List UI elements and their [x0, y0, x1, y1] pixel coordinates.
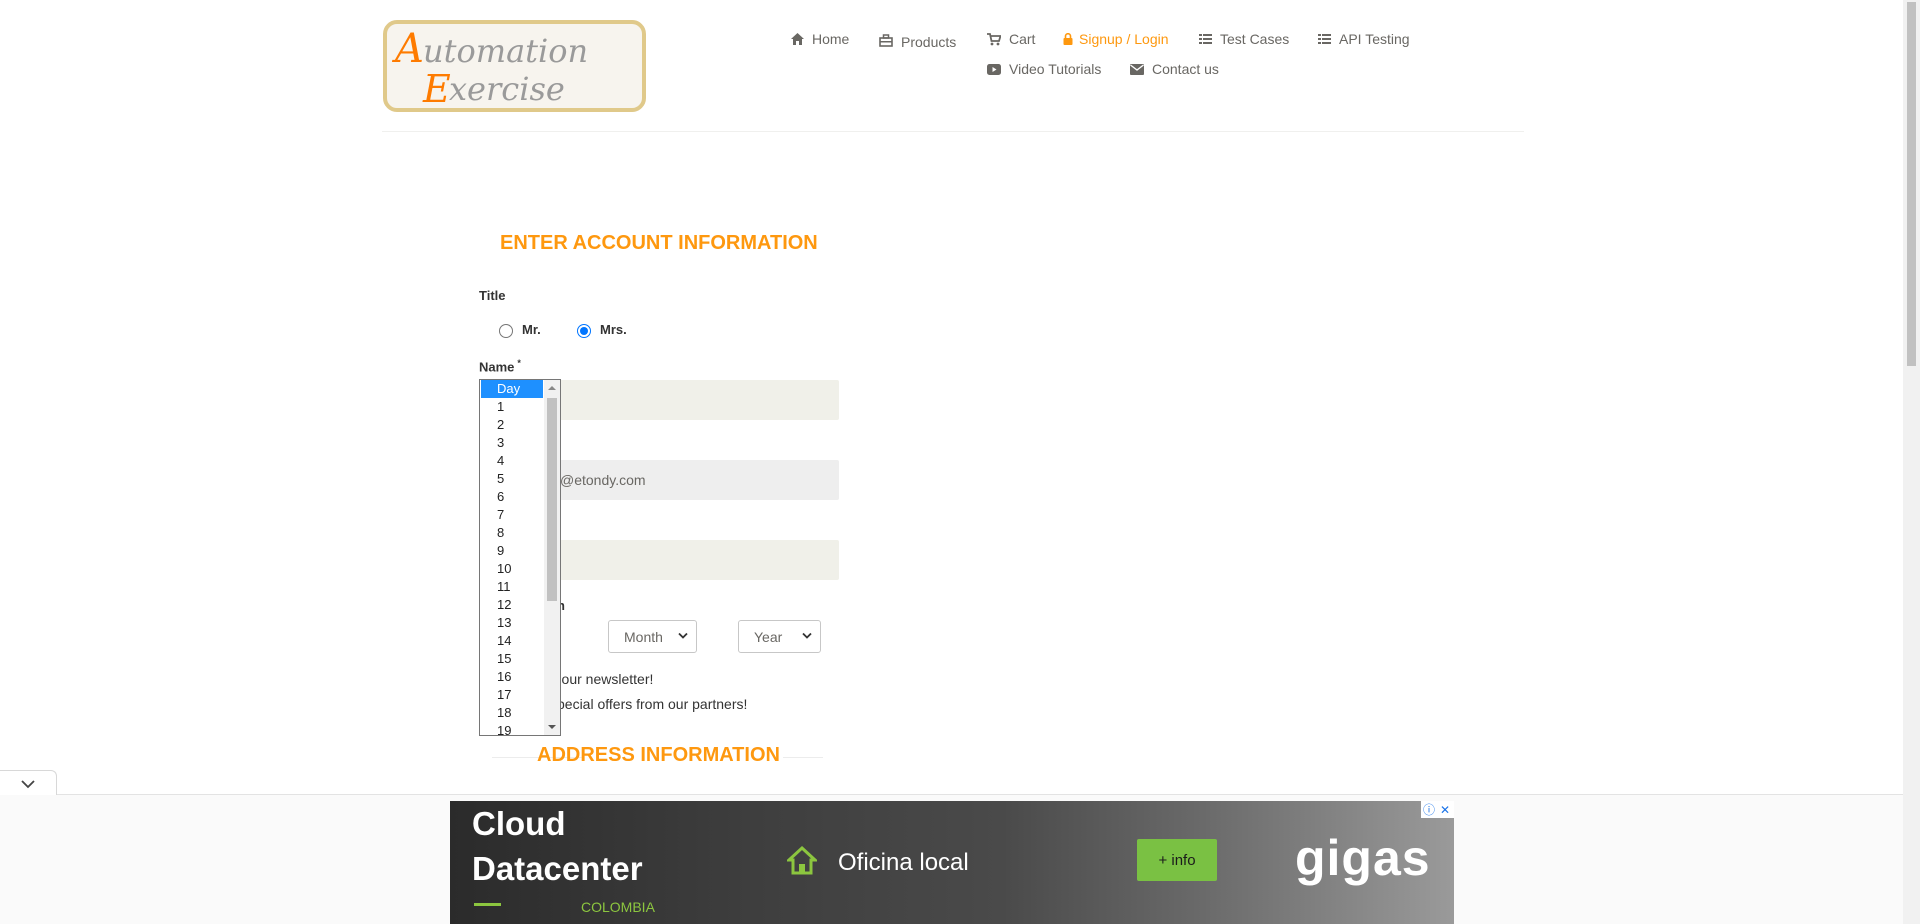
title-label: Title [479, 288, 506, 303]
ad-accent-bar [474, 903, 501, 906]
day-option[interactable]: 13 [480, 614, 543, 632]
ad-banner[interactable]: Cloud Datacenter COLOMBIA Oficina local … [450, 801, 1454, 924]
title-mr-radio[interactable] [499, 324, 513, 338]
day-option[interactable]: 12 [480, 596, 543, 614]
header-divider [382, 131, 1524, 132]
required-mark: * [517, 358, 521, 368]
nav-home-label: Home [812, 31, 850, 47]
nav-api-testing[interactable]: API Testing [1318, 31, 1410, 47]
cart-icon [987, 32, 1001, 45]
year-select-value: Year [754, 628, 783, 645]
chevron-down-icon [802, 632, 812, 639]
month-select-value: Month [624, 628, 663, 645]
day-option[interactable]: 3 [480, 434, 543, 452]
nav-contact-us[interactable]: Contact us [1130, 61, 1219, 77]
nav-video-tutorials[interactable]: Video Tutorials [987, 61, 1101, 77]
logo-graphic: A utomation E xercise [391, 26, 588, 108]
day-option[interactable]: 18 [480, 704, 543, 722]
offers-label[interactable]: pecial offers from our partners! [557, 696, 747, 712]
address-rule-right [783, 757, 823, 758]
title-mrs-radio[interactable] [577, 324, 591, 338]
email-value: @etondy.com [560, 472, 646, 488]
home-icon [791, 33, 804, 45]
nav-video-label: Video Tutorials [1009, 61, 1102, 77]
name-label-text: Name [479, 359, 515, 375]
nav-contact-label: Contact us [1152, 61, 1219, 77]
ad-title-line2: Datacenter [472, 850, 643, 887]
page-scrollbar[interactable] [1903, 0, 1920, 924]
nav-products[interactable]: Products [879, 31, 956, 50]
chevron-down-icon [21, 780, 35, 789]
house-icon [787, 845, 817, 875]
day-option[interactable]: 6 [480, 488, 543, 506]
day-option[interactable]: 9 [480, 542, 543, 560]
day-option[interactable]: 10 [480, 560, 543, 578]
logo-initial-e: E [422, 67, 451, 108]
day-option[interactable]: 8 [480, 524, 543, 542]
year-select[interactable]: Year [738, 620, 821, 653]
day-option[interactable]: 5 [480, 470, 543, 488]
ad-office-text: Oficina local [838, 849, 969, 876]
list-icon [1199, 34, 1212, 44]
nav-signup-label: Signup / Login [1079, 31, 1169, 47]
logo-initial-a: A [391, 26, 424, 72]
month-select[interactable]: Month [608, 620, 697, 653]
day-list-scrollbar[interactable] [544, 380, 560, 735]
nav-signup-login[interactable]: Signup / Login [1063, 31, 1169, 47]
ad-dock-collapse-tab[interactable] [0, 770, 57, 795]
scroll-up-icon[interactable] [548, 385, 556, 391]
ad-controls: ⓘ ✕ [1421, 801, 1454, 818]
name-label: Name * [479, 358, 521, 374]
chevron-down-icon [678, 632, 688, 639]
ad-info-button[interactable]: + info [1137, 839, 1217, 881]
video-icon [987, 63, 1001, 75]
page: A utomation E xercise Home Products Cart… [0, 0, 1920, 924]
nav-api-testing-label: API Testing [1339, 31, 1410, 47]
day-option[interactable]: 7 [480, 506, 543, 524]
day-option[interactable]: 4 [480, 452, 543, 470]
day-option[interactable]: Day [481, 380, 543, 398]
day-option[interactable]: 17 [480, 686, 543, 704]
envelope-icon [1130, 63, 1144, 75]
ad-info-icon[interactable]: ⓘ [1421, 801, 1437, 818]
nav-cart[interactable]: Cart [987, 31, 1035, 47]
title-mrs-label[interactable]: Mrs. [600, 322, 627, 337]
logo-line1-rest: utomation [423, 32, 588, 70]
ad-dock-divider [0, 794, 1903, 795]
newsletter-label[interactable]: r our newsletter! [553, 671, 653, 687]
day-list-scroll-thumb[interactable] [547, 398, 557, 601]
page-scroll-thumb[interactable] [1907, 2, 1916, 366]
ad-brand-logo: gigas [1295, 830, 1431, 886]
nav-cart-label: Cart [1009, 31, 1036, 47]
day-dropdown-list[interactable]: Day 1 2 3 4 5 6 7 8 9 10 11 12 13 14 15 … [479, 379, 561, 736]
day-option[interactable]: 1 [480, 398, 543, 416]
nav-home[interactable]: Home [791, 31, 849, 47]
day-option[interactable]: 15 [480, 650, 543, 668]
ad-subtitle: COLOMBIA [581, 899, 655, 915]
close-icon[interactable]: ✕ [1437, 801, 1453, 818]
ad-title-line1: Cloud [472, 805, 566, 842]
products-icon [879, 34, 893, 47]
account-info-title: ENTER ACCOUNT INFORMATION [500, 232, 818, 254]
day-option[interactable]: 11 [480, 578, 543, 596]
site-logo[interactable]: A utomation E xercise [383, 20, 646, 112]
nav-test-cases-label: Test Cases [1220, 31, 1290, 47]
day-option[interactable]: 16 [480, 668, 543, 686]
day-option[interactable]: 19 [480, 722, 543, 735]
lock-icon [1063, 33, 1073, 45]
nav-test-cases[interactable]: Test Cases [1199, 31, 1289, 47]
address-info-title: ADDRESS INFORMATION [537, 744, 780, 766]
scroll-down-icon[interactable] [548, 724, 556, 730]
day-option[interactable]: 14 [480, 632, 543, 650]
title-mr-label[interactable]: Mr. [522, 322, 541, 337]
nav-products-label: Products [901, 34, 957, 50]
day-option[interactable]: 2 [480, 416, 543, 434]
logo-line2-rest: xercise [449, 70, 565, 108]
list-icon [1318, 34, 1331, 44]
